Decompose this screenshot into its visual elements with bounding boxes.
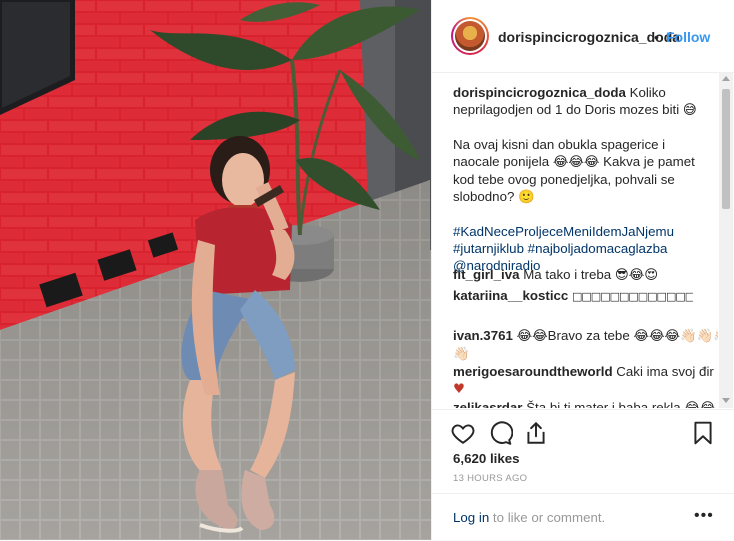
comment-emoji: 😂😂😂👋🏻👋🏻👋🏻 xyxy=(633,329,718,344)
scrollbar-thumb[interactable] xyxy=(722,89,730,209)
comment-text: Šta bi ti mater i baba rekla xyxy=(526,400,681,408)
comment-item: merigoesaroundtheworld Caki ima svoj đir… xyxy=(453,363,715,398)
post-caption: dorispincicrogoznica_doda Koliko neprila… xyxy=(453,84,708,274)
heart-icon xyxy=(451,424,475,444)
comment-item: fit_girl_iva Ma tako i treba 😎😂😍 xyxy=(453,266,715,284)
likes-count[interactable]: 6,620 likes xyxy=(453,451,520,466)
comment-item: zelikasrdar Šta bi ti mater i baba rekla… xyxy=(453,399,715,408)
comment-emoji-pre: 😂😂 xyxy=(516,329,548,344)
comment-username[interactable]: ivan.3761 xyxy=(453,328,513,343)
post-header: dorispincicrogoznica_doda • Follow xyxy=(432,0,734,73)
comment-text: Bravo za tebe xyxy=(547,328,630,343)
comment-emoji-line2: 👋🏻 xyxy=(453,347,470,362)
comment-item: ivan.3761 😂😂Bravo za tebe 😂😂😂👋🏻👋🏻👋🏻 👋🏻 xyxy=(453,327,718,363)
post-photo[interactable] xyxy=(0,0,431,540)
share-icon xyxy=(527,421,545,444)
login-prompt: Log in to like or comment. xyxy=(453,510,605,525)
hashtag-link[interactable]: #jutarnjiklub xyxy=(453,241,524,256)
comment-emoji: 😂😂 xyxy=(684,401,715,408)
avatar-image xyxy=(455,21,485,51)
login-footer: Log in to like or comment. ••• xyxy=(432,493,734,541)
save-button[interactable] xyxy=(690,420,716,446)
comment-button[interactable] xyxy=(487,420,514,446)
hashtag-link[interactable]: #KadNeceProljeceMeniIdemJaNjemu xyxy=(453,224,674,239)
login-prompt-text: to like or comment. xyxy=(489,510,606,525)
hashtag-link[interactable]: #najboljadomacaglazba xyxy=(528,241,668,256)
comment-username[interactable]: katariina__kosticc xyxy=(453,288,568,303)
header-separator: • xyxy=(654,29,659,45)
scroll-down-arrow-icon[interactable] xyxy=(722,398,730,403)
login-link[interactable]: Log in xyxy=(453,510,489,525)
caption-line1-emoji: 😅 xyxy=(682,103,697,118)
action-bar xyxy=(432,409,734,454)
header-username[interactable]: dorispincicrogoznica_doda xyxy=(498,29,680,45)
comment-item: katariina__kosticc □□□□□□□□□□□□□□□□□□□□□… xyxy=(453,287,693,305)
bookmark-icon xyxy=(694,421,712,445)
comment-emoji: 😎😂😍 xyxy=(614,268,659,283)
comment-emoji: □□□□□□□□□□□□□□□□□□□□□□□□□□□□□□□□□□ xyxy=(572,290,693,303)
comment-username[interactable]: zelikasrdar xyxy=(453,400,522,408)
like-button[interactable] xyxy=(450,420,476,446)
follow-button[interactable]: Follow xyxy=(666,29,710,45)
avatar-frame xyxy=(453,19,487,53)
post-timestamp[interactable]: 13 HOURS AGO xyxy=(453,473,527,484)
avatar[interactable] xyxy=(451,17,489,55)
comments-scrollbar[interactable] xyxy=(719,73,733,408)
comment-username[interactable]: merigoesaroundtheworld xyxy=(453,364,613,379)
caption-para2-emoji: 😂😂😂 xyxy=(552,155,600,170)
comments-list[interactable]: dorispincicrogoznica_doda Koliko neprila… xyxy=(432,73,718,408)
more-options-icon[interactable]: ••• xyxy=(694,507,714,525)
scroll-up-arrow-icon[interactable] xyxy=(722,76,730,81)
instagram-post: dorispincicrogoznica_doda • Follow doris… xyxy=(0,0,734,540)
caption-username[interactable]: dorispincicrogoznica_doda xyxy=(453,85,626,100)
comment-text: Caki ima svoj đir xyxy=(616,364,714,379)
heart-icon: ♥ xyxy=(453,382,465,397)
comment-username[interactable]: fit_girl_iva xyxy=(453,267,520,282)
share-button[interactable] xyxy=(523,420,549,446)
comment-icon xyxy=(490,421,514,445)
post-sidebar: dorispincicrogoznica_doda • Follow doris… xyxy=(431,0,734,540)
comment-text: Ma tako i treba xyxy=(523,267,612,282)
caption-para2-end-emoji: 🙂 xyxy=(518,190,535,205)
